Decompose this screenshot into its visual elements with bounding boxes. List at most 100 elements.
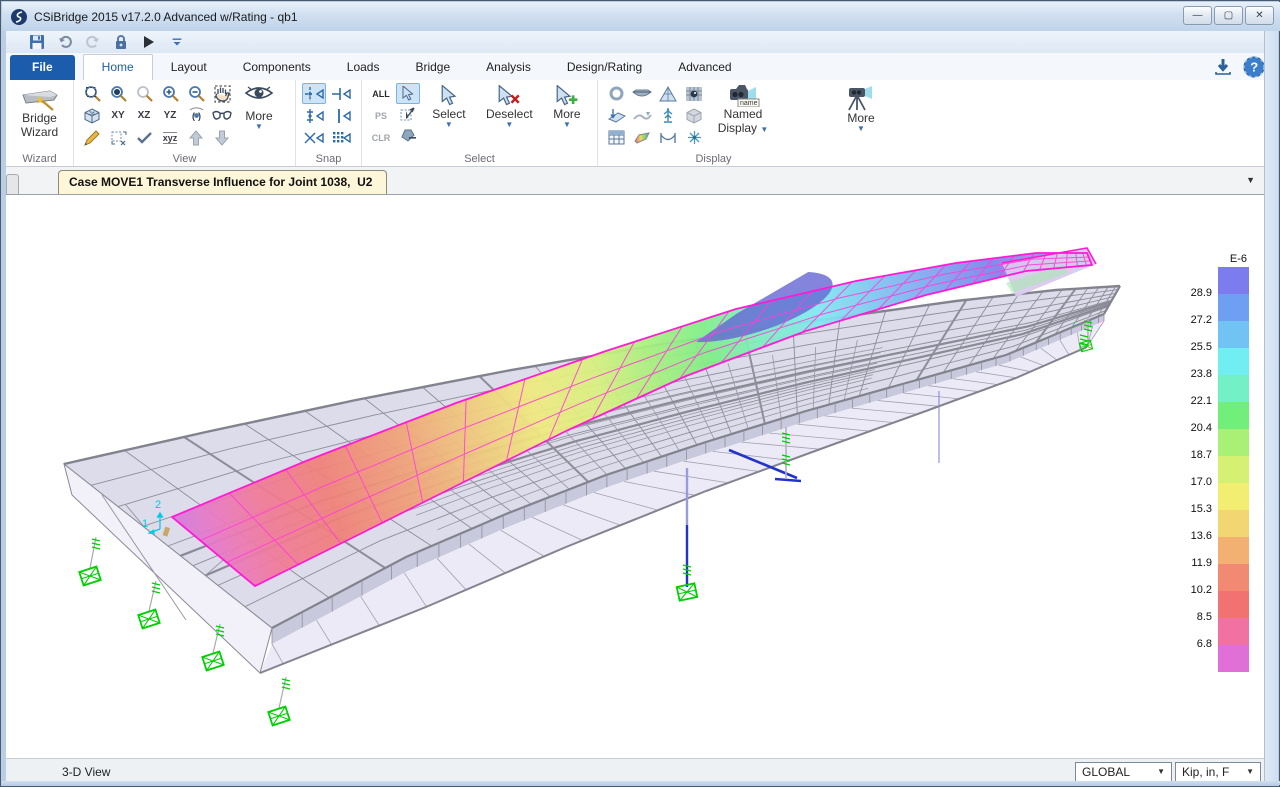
- deselect-button[interactable]: Deselect ▼: [478, 83, 541, 149]
- select-caret-icon: ▼: [445, 121, 453, 129]
- show-tables-icon[interactable]: [604, 127, 628, 148]
- named-display-icon: name: [726, 83, 760, 107]
- view-plane-yz-icon[interactable]: YZ: [158, 105, 182, 126]
- tab-list-caret-icon[interactable]: ▼: [1246, 175, 1255, 185]
- joint-loads-icon[interactable]: [604, 105, 628, 126]
- customize-toolbar-icon[interactable]: [168, 33, 186, 51]
- select-all-button[interactable]: ALL: [368, 83, 394, 105]
- snap-to-lines-icon[interactable]: [329, 105, 353, 126]
- ribbon-tab-advanced[interactable]: Advanced: [660, 55, 749, 80]
- coordinate-system-dropdown[interactable]: GLOBAL ▼: [1075, 762, 1172, 782]
- frame-spring-loads-icon[interactable]: [630, 105, 654, 126]
- select-ps-button[interactable]: PS: [368, 105, 394, 127]
- pointer-select-button[interactable]: [396, 83, 420, 104]
- help-icon[interactable]: ?: [1243, 56, 1265, 78]
- textured-view-icon[interactable]: [682, 83, 706, 104]
- snap-to-points-icon[interactable]: [302, 83, 326, 104]
- previous-zoom-icon[interactable]: [132, 83, 156, 104]
- units-value: Kip, in, F: [1182, 765, 1229, 779]
- snap-to-ends-icon[interactable]: [329, 83, 353, 104]
- units-dropdown[interactable]: Kip, in, F ▼: [1175, 762, 1261, 782]
- ribbon-group-snap: Snap: [295, 80, 361, 166]
- ribbon-tab-home[interactable]: Home: [83, 54, 153, 80]
- view-more-button[interactable]: More ▼: [237, 103, 280, 133]
- model-viewport[interactable]: 21 E-6 28.927.225.523.822.120.418.717.01…: [6, 195, 1265, 758]
- view-plane-xz-icon[interactable]: XZ: [132, 105, 156, 126]
- legend-segment: [1218, 564, 1249, 591]
- ribbon-tab-design-rating[interactable]: Design/Rating: [549, 55, 660, 80]
- show-undeformed-eye-icon[interactable]: [244, 83, 274, 103]
- download-updates-icon[interactable]: [1213, 57, 1233, 77]
- zoom-window-icon[interactable]: [106, 83, 130, 104]
- ribbon-tab-bridge[interactable]: Bridge: [397, 55, 468, 80]
- cable-shape-icon[interactable]: [656, 127, 680, 148]
- legend-segment: [1218, 348, 1249, 375]
- select-button[interactable]: Select ▼: [422, 83, 476, 149]
- snap-to-midpoints-icon[interactable]: [302, 105, 326, 126]
- view-more-caret-icon: ▼: [255, 123, 263, 131]
- wizard-group-label: Wizard: [6, 153, 73, 165]
- snap-to-intersections-icon[interactable]: [302, 127, 326, 148]
- draw-mode-icon[interactable]: [80, 127, 104, 148]
- show-axes-star-icon[interactable]: [682, 127, 706, 148]
- legend-tick-label: 17.0: [1191, 476, 1212, 488]
- mode-shape-icon[interactable]: [656, 83, 680, 104]
- title-bar[interactable]: CSiBridge 2015 v17.2.0 Advanced w/Rating…: [2, 2, 1280, 31]
- rubber-band-select-button[interactable]: [396, 104, 420, 125]
- app-logo-icon: [10, 8, 28, 26]
- document-tab[interactable]: Case MOVE1 Transverse Influence for Join…: [58, 170, 387, 194]
- ribbon-tab-analysis[interactable]: Analysis: [468, 55, 549, 80]
- rubber-band-zoom-icon[interactable]: [80, 83, 104, 104]
- select-more-button[interactable]: More ▼: [543, 83, 591, 149]
- save-icon[interactable]: [28, 33, 46, 51]
- undo-icon[interactable]: [56, 33, 74, 51]
- document-tab-bar: Case MOVE1 Transverse Influence for Join…: [6, 167, 1265, 195]
- object-solid-view-icon[interactable]: [682, 105, 706, 126]
- pan-icon[interactable]: [210, 83, 234, 104]
- polygon-select-button[interactable]: [396, 125, 420, 146]
- close-button[interactable]: ✕: [1245, 6, 1274, 25]
- view-plane-xy-icon[interactable]: XY: [106, 105, 130, 126]
- legend-tick-label: 25.5: [1191, 341, 1212, 353]
- zoom-out-icon[interactable]: [184, 83, 208, 104]
- redo-icon[interactable]: [84, 33, 102, 51]
- select-more-label: More: [553, 107, 580, 121]
- snap-group-label: Snap: [296, 153, 361, 165]
- background-tab-sliver[interactable]: [6, 174, 19, 194]
- 3d-view-icon[interactable]: 3d: [80, 105, 104, 126]
- named-display-label-1: Named: [724, 107, 763, 121]
- ribbon-tab-layout[interactable]: Layout: [153, 55, 225, 80]
- ribbon-tab-components[interactable]: Components: [225, 55, 329, 80]
- zoom-in-icon[interactable]: [158, 83, 182, 104]
- run-analysis-icon[interactable]: [140, 33, 158, 51]
- ribbon-tab-loads[interactable]: Loads: [329, 55, 398, 80]
- move-down-in-list-icon[interactable]: [210, 127, 234, 148]
- deformed-shape-icon[interactable]: [630, 83, 654, 104]
- display-more-button[interactable]: More ▼: [835, 83, 887, 135]
- ribbon-group-select: ALL PS CLR Select: [361, 80, 597, 166]
- perspective-icon[interactable]: [210, 105, 234, 126]
- legend-tick-label: 27.2: [1191, 314, 1212, 326]
- set-display-limits-icon[interactable]: [106, 127, 130, 148]
- show-contours-icon[interactable]: [630, 127, 654, 148]
- bridge-wizard-button[interactable]: Bridge Wizard: [12, 83, 67, 141]
- named-display-button[interactable]: name Named Display ▼: [708, 83, 778, 149]
- object-shrink-toggle-icon[interactable]: [132, 127, 156, 148]
- minimize-button[interactable]: —: [1183, 6, 1212, 25]
- snap-to-grid-icon[interactable]: [329, 127, 353, 148]
- maximize-button[interactable]: ▢: [1214, 6, 1243, 25]
- ribbon-tab-file[interactable]: File: [10, 55, 75, 80]
- bridge-3d-view: 21: [6, 195, 1265, 758]
- section-cut-icon[interactable]: [604, 83, 628, 104]
- units-dropdown-caret-icon: ▼: [1238, 767, 1254, 776]
- lock-icon[interactable]: [112, 33, 130, 51]
- show-axes-icon[interactable]: xyz: [158, 127, 182, 148]
- move-up-in-list-icon[interactable]: [184, 127, 208, 148]
- select-clr-button[interactable]: CLR: [368, 127, 394, 149]
- influence-lines-icon[interactable]: [656, 105, 680, 126]
- rotate-view-icon[interactable]: (): [184, 105, 208, 126]
- legend-tick-label: 6.8: [1197, 638, 1212, 650]
- legend-tick-label: 18.7: [1191, 449, 1212, 461]
- bridge-wizard-label-2: Wizard: [21, 125, 58, 139]
- ribbon-group-view: 3dXYXZYZ()xyz More ▼ View: [73, 80, 295, 166]
